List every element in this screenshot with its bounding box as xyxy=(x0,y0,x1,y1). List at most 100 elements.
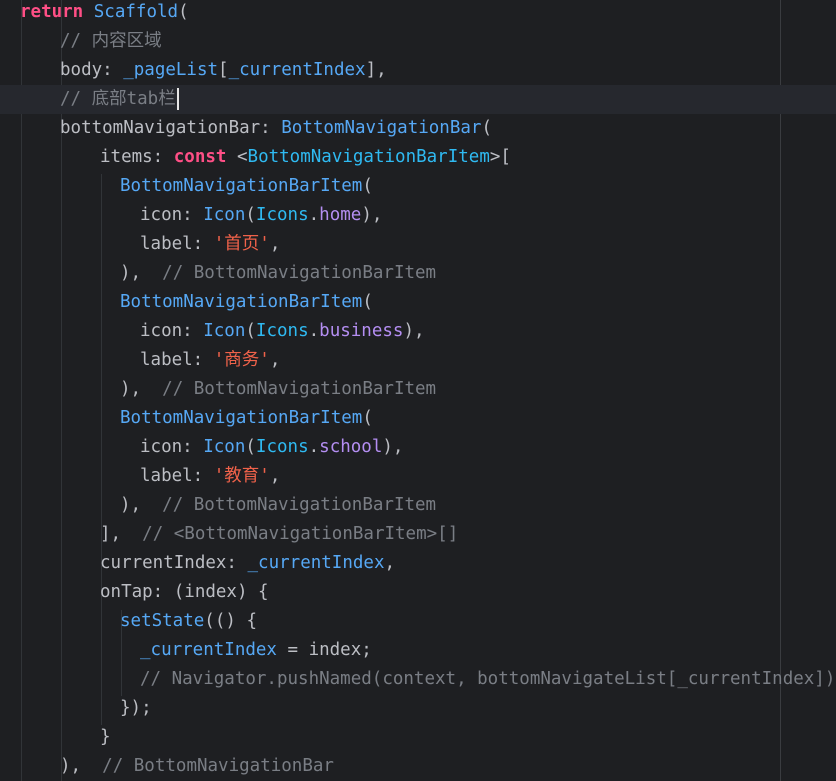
code-line-content: // Navigator.pushNamed(context, bottomNa… xyxy=(140,665,836,694)
code-token: >[ xyxy=(489,147,511,167)
code-line-content: icon: Icon(Icons.home), xyxy=(140,201,382,230)
code-token: // Navigator.pushNamed(context, bottomNa… xyxy=(140,669,836,689)
code-token: ( xyxy=(245,321,256,341)
code-token: ( xyxy=(178,2,189,22)
code-line[interactable]: icon: Icon(Icons.school), xyxy=(0,433,836,462)
code-token: ( xyxy=(481,118,492,138)
code-line[interactable]: icon: Icon(Icons.home), xyxy=(0,201,836,230)
code-token: BottomNavigationBarItem xyxy=(120,176,363,196)
code-token: ), xyxy=(120,495,163,515)
code-line[interactable]: label: '商务', xyxy=(0,346,836,375)
code-line-content: ), // BottomNavigationBarItem xyxy=(120,375,436,404)
code-token: BottomNavigationBar xyxy=(281,118,482,138)
code-token: return xyxy=(20,2,84,22)
code-token: }); xyxy=(120,698,152,718)
code-token: BottomNavigationBarItem xyxy=(120,408,363,428)
code-line-content: label: '首页', xyxy=(140,230,280,259)
code-token: const xyxy=(173,147,227,167)
code-token: , xyxy=(269,466,281,486)
code-line[interactable]: // 内容区域 xyxy=(0,27,836,56)
code-line-content: } xyxy=(100,723,111,752)
code-line[interactable]: icon: Icon(Icons.business), xyxy=(0,317,836,346)
code-line[interactable]: BottomNavigationBarItem( xyxy=(0,404,836,433)
code-token: // BottomNavigationBarItem xyxy=(162,263,437,283)
code-line[interactable]: body: _pageList[_currentIndex], xyxy=(0,56,836,85)
code-token: Icons xyxy=(255,321,309,341)
code-line[interactable]: }); xyxy=(0,694,836,723)
code-token: '首页' xyxy=(213,234,270,254)
code-line[interactable]: } xyxy=(0,723,836,752)
code-token: ), xyxy=(403,321,425,341)
code-token: _pageList xyxy=(123,60,219,80)
code-line[interactable]: bottomNavigationBar: BottomNavigationBar… xyxy=(0,114,836,143)
code-token: ( xyxy=(362,176,373,196)
code-line-content: // 底部tab栏 xyxy=(60,85,179,114)
code-token: , xyxy=(269,350,281,370)
code-line-content: BottomNavigationBarItem( xyxy=(120,404,373,433)
code-token: Scaffold xyxy=(93,2,179,22)
code-line[interactable]: return Scaffold( xyxy=(0,0,836,27)
code-token: ), xyxy=(361,205,383,225)
code-token: Icon xyxy=(203,437,246,457)
code-line[interactable]: // Navigator.pushNamed(context, bottomNa… xyxy=(0,665,836,694)
code-line[interactable]: BottomNavigationBarItem( xyxy=(0,172,836,201)
code-token: , xyxy=(269,234,281,254)
code-line-content: label: '商务', xyxy=(140,346,280,375)
code-line-content: bottomNavigationBar: BottomNavigationBar… xyxy=(60,114,492,143)
code-token: _currentIndex xyxy=(228,60,366,80)
code-line[interactable]: BottomNavigationBarItem( xyxy=(0,288,836,317)
code-token: '教育' xyxy=(213,466,270,486)
code-token: , xyxy=(384,553,396,573)
code-line[interactable]: setState(() { xyxy=(0,607,836,636)
code-token: ), xyxy=(60,756,103,776)
code-line[interactable]: ), // BottomNavigationBarItem xyxy=(0,259,836,288)
text-cursor xyxy=(176,88,179,110)
code-token: BottomNavigationBarItem xyxy=(247,147,490,167)
code-line[interactable]: ), // BottomNavigationBarItem xyxy=(0,491,836,520)
code-line[interactable]: label: '教育', xyxy=(0,462,836,491)
code-token: ( xyxy=(245,205,256,225)
code-token: '商务' xyxy=(213,350,270,370)
code-token: // BottomNavigationBarItem xyxy=(162,495,437,515)
code-token: label: xyxy=(140,350,214,370)
code-line[interactable]: ), // BottomNavigationBar xyxy=(0,752,836,781)
code-token: items: xyxy=(100,147,174,167)
code-line-content: currentIndex: _currentIndex, xyxy=(100,549,395,578)
code-token: Icon xyxy=(203,205,246,225)
code-line-content: icon: Icon(Icons.school), xyxy=(140,433,403,462)
code-token: ), xyxy=(120,263,163,283)
code-line-content: ), // BottomNavigationBarItem xyxy=(120,259,436,288)
code-line-content: body: _pageList[_currentIndex], xyxy=(60,56,387,85)
code-token: ], xyxy=(365,60,387,80)
code-token: _currentIndex xyxy=(140,640,277,660)
code-line-content: }); xyxy=(120,694,152,723)
code-line-content: onTap: (index) { xyxy=(100,578,269,607)
code-line[interactable]: _currentIndex = index; xyxy=(0,636,836,665)
code-token: . xyxy=(308,321,320,341)
code-token: Icon xyxy=(203,321,246,341)
code-token: = index; xyxy=(276,640,372,660)
code-token: label: xyxy=(140,466,214,486)
code-token: _currentIndex xyxy=(247,553,385,573)
code-editor[interactable]: return Scaffold(// 内容区域 body: _pageList[_… xyxy=(0,0,836,781)
code-line-content: items: const <BottomNavigationBarItem>[ xyxy=(100,143,511,172)
code-line[interactable]: ], // <BottomNavigationBarItem>[] xyxy=(0,520,836,549)
code-line[interactable]: label: '首页', xyxy=(0,230,836,259)
code-token: Icons xyxy=(255,437,309,457)
code-line-content: label: '教育', xyxy=(140,462,280,491)
code-line[interactable]: items: const <BottomNavigationBarItem>[ xyxy=(0,143,836,172)
code-token: home xyxy=(319,205,362,225)
code-token: (() { xyxy=(204,611,257,631)
code-token: icon: xyxy=(140,321,204,341)
code-token: } xyxy=(100,727,111,747)
code-line[interactable]: ), // BottomNavigationBarItem xyxy=(0,375,836,404)
code-line[interactable]: currentIndex: _currentIndex, xyxy=(0,549,836,578)
code-line[interactable]: onTap: (index) { xyxy=(0,578,836,607)
code-token: business xyxy=(319,321,404,341)
code-line[interactable]: // 底部tab栏 xyxy=(0,85,836,114)
code-token: setState xyxy=(120,611,205,631)
code-line-content: BottomNavigationBarItem( xyxy=(120,172,373,201)
code-token: icon: xyxy=(140,437,204,457)
code-token: ), xyxy=(382,437,404,457)
